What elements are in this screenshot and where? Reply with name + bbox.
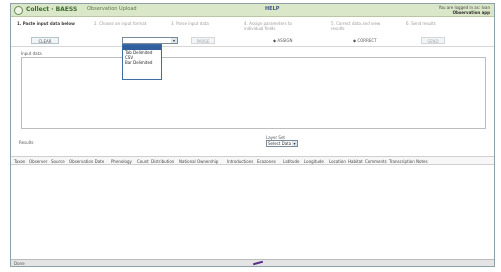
column-header[interactable]: Observation Date [69,159,104,164]
status-text: Done [14,261,25,266]
input-data-label: Input data [21,51,42,56]
layer-set-select[interactable]: Select Data ▾ [266,140,298,147]
app-window: Collect · BAESS Observation Upload HELP … [10,3,495,267]
send-button[interactable]: SEND [421,37,445,44]
column-header[interactable]: Habitat [348,159,363,164]
column-header[interactable]: Longitude [304,159,324,164]
parse-button[interactable]: PARSE [191,37,215,44]
step-5-label: 5. Correct data and view results [331,21,381,31]
column-header[interactable]: Comments [365,159,387,164]
clear-button[interactable]: CLEAR [31,37,59,44]
layer-set-value: Select Data [268,141,292,146]
format-dropdown[interactable]: Tab Delimited CSV Bar Delimited [122,44,162,80]
column-header[interactable]: Ecozones [257,159,276,164]
format-option[interactable]: Bar Delimited [123,60,161,65]
column-header[interactable]: Count [137,159,149,164]
column-header[interactable]: Distribution [151,159,174,164]
chevron-down-icon[interactable]: ▾ [292,141,297,146]
column-header[interactable]: Transcription Notes [389,159,428,164]
column-header[interactable]: Introductions [227,159,253,164]
step-3-label: 3. Parse input data [171,21,209,26]
correct-link[interactable]: ◆ CORRECT [353,38,377,43]
correct-label[interactable]: CORRECT [357,38,376,43]
input-data-textarea[interactable] [21,57,486,129]
column-header[interactable]: Source [51,159,65,164]
user-info: You are logged in as: Ivan Observation a… [439,5,490,15]
results-table-header: Taxon Observer Source Observation Date P… [11,156,494,165]
column-header[interactable]: Latitude [283,159,299,164]
app-title: Collect · BAESS [26,6,78,13]
column-header[interactable]: National Ownership [179,159,218,164]
column-header[interactable]: Observer [29,159,47,164]
step-6-label: 6. Send results [406,21,436,26]
logo-icon [14,6,23,15]
header-bar: Collect · BAESS Observation Upload HELP … [11,4,494,17]
column-header[interactable]: Location [329,159,346,164]
column-header[interactable]: Taxon [14,159,25,164]
app-subtitle[interactable]: Observation Upload [87,6,137,12]
chevron-down-icon[interactable]: ▾ [171,38,177,43]
steps-bar: 1. Paste input data below 2. Choose an i… [11,17,494,47]
format-select[interactable]: ▾ [122,37,178,44]
assign-link[interactable]: ◆ ASSIGN [273,38,292,43]
step-4-label: 4. Assign parameters to individual field… [244,21,292,31]
column-header[interactable]: Phenology [111,159,132,164]
user-line-2[interactable]: Observation app [453,10,490,15]
step-2-label: 2. Choose an input format [94,21,147,26]
results-label: Results [19,140,34,145]
step-1-label: 1. Paste input data below [17,21,75,26]
help-link[interactable]: HELP [265,6,279,12]
assign-label[interactable]: ASSIGN [277,38,292,43]
